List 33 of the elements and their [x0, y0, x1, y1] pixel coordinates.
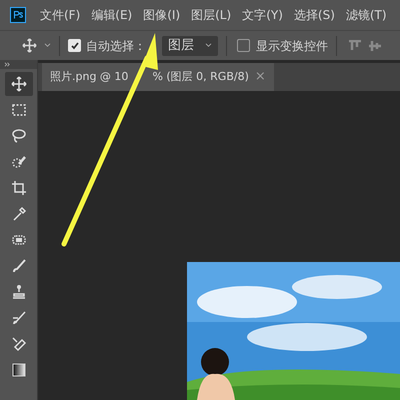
menu-item[interactable]: 文件(F): [40, 6, 80, 24]
move-icon: [10, 76, 26, 92]
move-icon[interactable]: [22, 38, 37, 53]
photoshop-logo-icon: [10, 7, 26, 23]
gradient-icon: [10, 362, 26, 378]
menu-item[interactable]: 图像(I): [143, 6, 180, 24]
show-transform-checkbox[interactable]: [237, 39, 250, 52]
history-brush-icon: [10, 310, 26, 326]
lasso-icon: [10, 128, 26, 144]
menu-item[interactable]: 滤镜(T): [346, 6, 387, 24]
document-tab[interactable]: 照片.png @ 10 % (图层 0, RGB/8) ×: [42, 63, 274, 91]
chevron-down-icon: [205, 43, 212, 48]
stamp-icon: [10, 284, 26, 300]
crop-icon: [10, 180, 26, 196]
quick-select-icon: [10, 154, 26, 170]
eyedropper-icon: [10, 206, 26, 222]
double-chevron-icon[interactable]: [4, 62, 11, 67]
show-transform-label: 显示变换控件: [256, 38, 328, 54]
eraser-icon: [10, 336, 26, 352]
tab-title: % (图层 0, RGB/8): [152, 68, 249, 85]
auto-select-checkbox[interactable]: [68, 39, 81, 52]
tool-button[interactable]: [4, 72, 32, 96]
chevron-down-icon[interactable]: [44, 43, 51, 48]
marquee-icon: [10, 102, 26, 118]
menu-item[interactable]: 图层(L): [191, 6, 232, 24]
menu-item[interactable]: 选择(S): [294, 6, 335, 24]
auto-select-label: 自动选择：: [86, 38, 146, 54]
menu-item[interactable]: 编辑(E): [91, 6, 132, 24]
brush-icon: [10, 258, 26, 274]
close-icon[interactable]: ×: [254, 67, 266, 87]
target-dropdown[interactable]: 图层: [162, 36, 218, 56]
menu-item[interactable]: 文字(Y): [242, 6, 283, 24]
tab-title: 照片.png @ 10: [50, 68, 128, 85]
